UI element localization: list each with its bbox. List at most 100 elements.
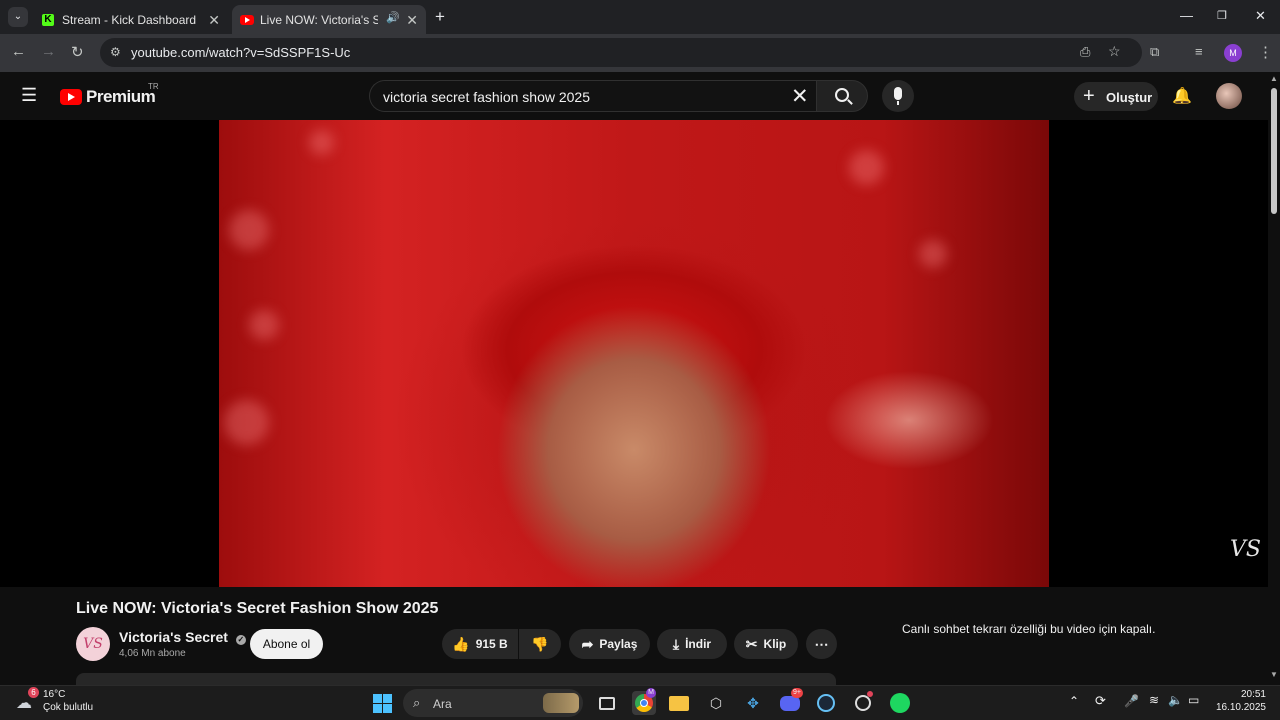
youtube-premium-logo[interactable]: Premium TR [60,82,159,108]
thumbs-down-icon: 👎 [531,635,549,652]
back-icon[interactable]: ← [11,43,26,60]
hamburger-menu-icon[interactable]: ☰ [21,85,37,106]
reload-icon[interactable]: ↻ [71,43,84,61]
spotify-app[interactable] [888,691,912,715]
chevron-down-icon: ⌄ [13,11,23,22]
subscriber-count: 4,06 Mn abone [119,648,186,659]
media-controls-icon[interactable]: ≡ [1195,44,1203,59]
search-input[interactable]: victoria secret fashion show 2025 [383,89,590,105]
wifi-icon[interactable]: ≋ [1149,693,1159,707]
plus-icon: + [1083,85,1095,107]
app-dev[interactable]: ✥ [741,691,765,715]
minimize-icon[interactable]: — [1180,8,1193,23]
create-button[interactable]: + Oluştur [1074,82,1158,111]
audio-playing-icon[interactable]: 🔊 [386,11,400,24]
download-label: İndir [685,637,712,651]
download-button[interactable]: ⤓ İndir [657,629,727,659]
share-label: Paylaş [599,637,638,651]
avatar-text: VS [83,636,103,652]
tab-title: Stream - Kick Dashboard [62,12,197,27]
close-tab-icon[interactable]: ✕ [208,12,220,29]
steam-app[interactable] [814,691,838,715]
microphone-icon [894,87,902,100]
search-icon: ⌕ [413,695,421,710]
channel-name-text: Victoria's Secret [119,629,228,645]
sync-icon[interactable]: ⟳ [1095,693,1106,709]
site-info-icon[interactable]: ⚙ [110,45,121,59]
address-bar[interactable]: ⚙ youtube.com/watch?v=SdSSPF1S-Uc ⎙ ☆ [100,38,1142,67]
channel-avatar[interactable]: VS [76,627,110,661]
steam-icon [817,694,835,712]
task-view-button[interactable] [595,691,619,715]
bookmark-star-icon[interactable]: ☆ [1108,43,1121,60]
taskbar-search[interactable]: ⌕ Ara [403,689,583,717]
close-tab-icon[interactable]: ✕ [406,12,418,29]
more-menu-icon[interactable]: ⋮ [1258,43,1273,61]
weather-badge: 6 [28,687,39,698]
chrome-app[interactable]: M [632,688,656,715]
discord-badge: 9+ [791,688,803,698]
show-hidden-icons[interactable]: ⌃ [1069,694,1079,708]
tab-youtube-live[interactable]: Live NOW: Victoria's Secret 🔊 ✕ [232,5,426,34]
extensions-icon[interactable]: ⧉ [1150,44,1159,60]
verified-icon: ✓ [235,635,246,645]
temperature: 16°C [43,689,66,700]
app-cube[interactable]: ⬡ [704,691,728,715]
clip-label: Klip [763,637,787,651]
page-scrollbar[interactable]: ▲ ▼ [1268,72,1280,685]
microphone-tray-icon[interactable]: 🎤 [1124,694,1139,708]
share-button[interactable]: ➦ Paylaş [569,629,650,659]
forward-icon[interactable]: → [41,43,56,60]
search-button[interactable] [816,80,868,112]
new-tab-button[interactable]: + [435,7,445,27]
clock-time: 20:51 [1240,689,1266,700]
account-avatar[interactable] [1216,83,1242,109]
video-frame[interactable] [219,120,1049,587]
system-clock[interactable]: 20:51 16.10.2025 [1214,689,1266,713]
clear-search-icon[interactable]: ✕ [791,84,809,109]
discord-app[interactable]: 9+ [778,688,803,715]
app-ring[interactable] [851,691,875,715]
youtube-icon [240,14,254,25]
search-label: Ara [433,697,452,711]
download-icon: ⤓ [672,635,680,652]
scroll-up-icon[interactable]: ▲ [1270,74,1278,83]
grid-app-icon: ✥ [747,694,759,711]
create-label: Oluştur [1106,90,1153,105]
start-button[interactable] [370,691,394,715]
video-player[interactable]: VS [0,120,1268,587]
search-box[interactable]: victoria secret fashion show 2025 ✕ [369,80,816,112]
tab-search-button[interactable]: ⌄ [8,7,28,27]
youtube-header: ☰ Premium TR victoria secret fashion sho… [0,72,1268,120]
channel-name[interactable]: Victoria's Secret ✓ [119,629,246,645]
scrollbar-thumb[interactable] [1271,88,1277,214]
tab-kick-dashboard[interactable]: K Stream - Kick Dashboard ✕ [32,5,228,34]
notifications-bell-icon[interactable]: 🔔 [1172,86,1192,106]
install-app-icon[interactable]: ⎙ [1080,44,1090,60]
clip-button[interactable]: ✂ Klip [734,629,798,659]
profile-avatar[interactable]: M [1224,44,1242,62]
weather-condition: Çok bulutlu [43,702,94,713]
scroll-down-icon[interactable]: ▼ [1270,670,1278,679]
like-button[interactable]: 👍 915 B [442,629,518,659]
chrome-profile-badge: M [646,688,656,698]
chat-disabled-message: Canlı sohbet tekrarı özelliği bu video i… [902,622,1156,636]
url-text: youtube.com/watch?v=SdSSPF1S-Uc [131,45,351,60]
video-details: Live NOW: Victoria's Secret Fashion Show… [0,587,1268,685]
close-window-icon[interactable]: ✕ [1255,8,1266,24]
dislike-button[interactable]: 👎 [519,629,561,659]
brand-watermark: VS [1230,537,1261,562]
windows-icon [372,693,392,713]
battery-icon[interactable]: ▭ [1188,693,1199,707]
file-explorer-app[interactable] [667,691,691,715]
more-actions-button[interactable]: ⋯ [806,629,837,659]
kick-icon: K [42,13,54,26]
voice-search-button[interactable] [882,80,914,112]
scissors-icon: ✂ [745,635,758,652]
description-box[interactable] [76,673,836,685]
youtube-logo-icon [60,89,82,105]
restore-icon[interactable]: ❐ [1217,9,1227,22]
subscribe-button[interactable]: Abone ol [250,629,323,659]
thumbs-up-icon: 👍 [452,635,470,652]
volume-icon[interactable]: 🔈 [1168,693,1183,707]
